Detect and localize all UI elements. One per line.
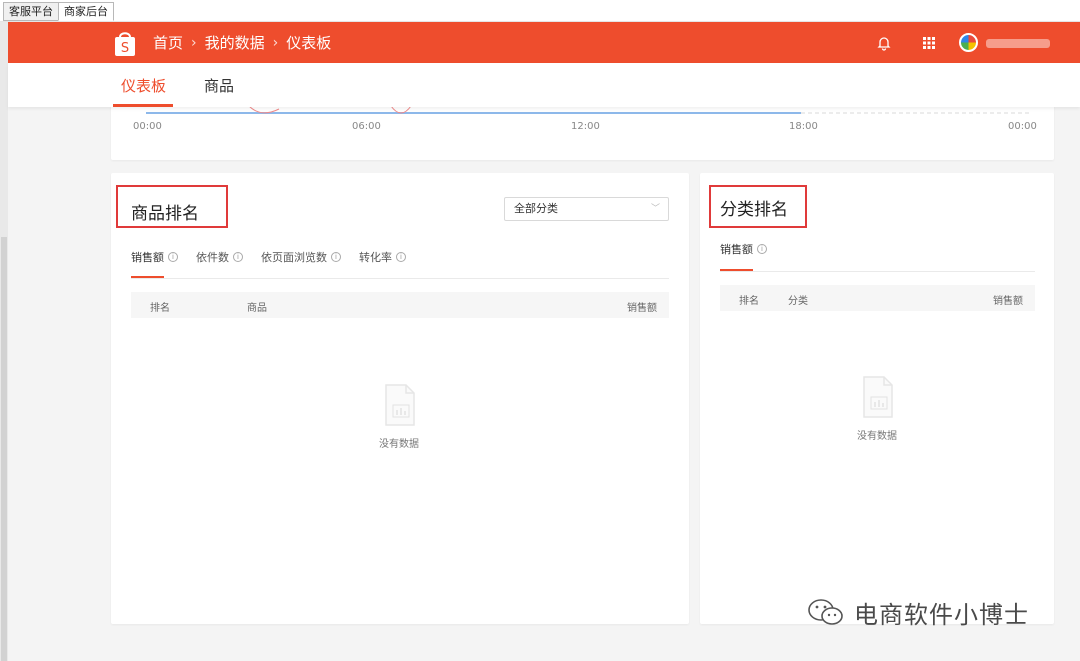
tabs-divider	[720, 271, 1035, 272]
left-scrollbar[interactable]	[0, 22, 8, 661]
metric-tab-label: 销售额	[131, 251, 164, 264]
browser-tab-customer-service[interactable]: 客服平台	[3, 2, 59, 21]
tab-products[interactable]: 商品	[204, 75, 234, 96]
metric-tab-label: 转化率	[359, 251, 392, 264]
metric-tabs: 销售额 i	[720, 241, 785, 257]
empty-text: 没有数据	[857, 431, 897, 442]
browser-tab-merchant-backend[interactable]: 商家后台	[58, 2, 114, 21]
top-header: S 首页 › 我的数据 › 仪表板	[8, 22, 1080, 63]
column-header-sales: 销售额	[993, 296, 1023, 307]
category-select[interactable]: 全部分类 ﹀	[504, 197, 669, 221]
scrollbar-thumb[interactable]	[1, 237, 7, 661]
category-ranking-title: 分类排名	[720, 200, 788, 220]
x-tick-label: 00:00	[1008, 121, 1037, 132]
info-icon[interactable]: i	[233, 252, 243, 262]
category-ranking-card: 分类排名 销售额 i 排名 分类 销售额 没有数据	[700, 173, 1054, 624]
svg-text:S: S	[121, 41, 129, 56]
metric-tab-label: 依件数	[196, 251, 229, 264]
product-ranking-title: 商品排名	[131, 204, 199, 224]
x-tick-label: 18:00	[789, 121, 818, 132]
x-tick-label: 06:00	[352, 121, 381, 132]
info-icon[interactable]: i	[757, 244, 767, 254]
empty-document-icon	[863, 376, 893, 418]
chevron-right-icon: ›	[272, 34, 279, 51]
info-icon[interactable]: i	[168, 252, 178, 262]
tab-dashboard[interactable]: 仪表板	[121, 75, 166, 96]
wechat-icon	[808, 598, 843, 625]
bell-icon[interactable]	[874, 33, 894, 53]
empty-state: 没有数据	[827, 373, 927, 442]
browser-tab-strip: 客服平台 商家后台	[0, 0, 1080, 22]
product-table-header: 排名 商品 销售额	[131, 292, 669, 318]
tabs-divider	[131, 278, 669, 279]
column-header-rank: 排名	[150, 303, 170, 314]
breadcrumb-home[interactable]: 首页	[153, 32, 183, 53]
metric-tabs: 销售额 i 依件数 i 依页面浏览数 i 转化率 i	[131, 249, 424, 265]
empty-text: 没有数据	[379, 439, 419, 450]
shopee-bag-icon[interactable]: S	[113, 29, 137, 57]
metric-tab-label: 依页面浏览数	[261, 251, 327, 264]
metric-tab-units[interactable]: 依件数 i	[196, 249, 243, 265]
x-tick-label: 12:00	[571, 121, 600, 132]
apps-grid-icon[interactable]	[919, 33, 939, 53]
metric-tab-label: 销售额	[720, 243, 753, 256]
product-ranking-card: 商品排名 全部分类 ﹀ 销售额 i 依件数 i 依页面浏览数 i 转化率 i 排名 商品…	[111, 173, 689, 624]
column-header-sales: 销售额	[627, 303, 657, 314]
x-tick-label: 00:00	[133, 121, 162, 132]
empty-document-icon	[385, 384, 415, 426]
chevron-down-icon: ﹀	[650, 204, 660, 214]
column-header-category: 分类	[788, 296, 808, 307]
column-header-rank: 排名	[739, 296, 759, 307]
empty-state: 没有数据	[349, 381, 449, 450]
category-select-value: 全部分类	[514, 202, 558, 215]
metric-tab-conversion[interactable]: 转化率 i	[359, 249, 406, 265]
breadcrumb-dashboard: 仪表板	[286, 34, 332, 52]
watermark: 电商软件小博士	[806, 595, 1029, 630]
active-tab-underline	[113, 104, 173, 107]
metric-tab-sales[interactable]: 销售额 i	[720, 241, 767, 257]
watermark-text: 电商软件小博士	[854, 601, 1029, 629]
username-redacted[interactable]	[986, 39, 1050, 48]
chevron-right-icon: ›	[191, 34, 197, 51]
breadcrumb: 首页 › 我的数据 › 仪表板	[153, 22, 331, 63]
column-header-product: 商品	[247, 303, 267, 314]
avatar[interactable]	[959, 33, 978, 52]
breadcrumb-my-data[interactable]: 我的数据	[205, 32, 265, 53]
info-icon[interactable]: i	[331, 252, 341, 262]
info-icon[interactable]: i	[396, 252, 406, 262]
category-table-header: 排名 分类 销售额	[720, 285, 1035, 311]
metric-tab-sales[interactable]: 销售额 i	[131, 249, 178, 265]
sub-navigation: 仪表板 商品	[8, 63, 1080, 107]
metric-tab-page-views[interactable]: 依页面浏览数 i	[261, 249, 341, 265]
